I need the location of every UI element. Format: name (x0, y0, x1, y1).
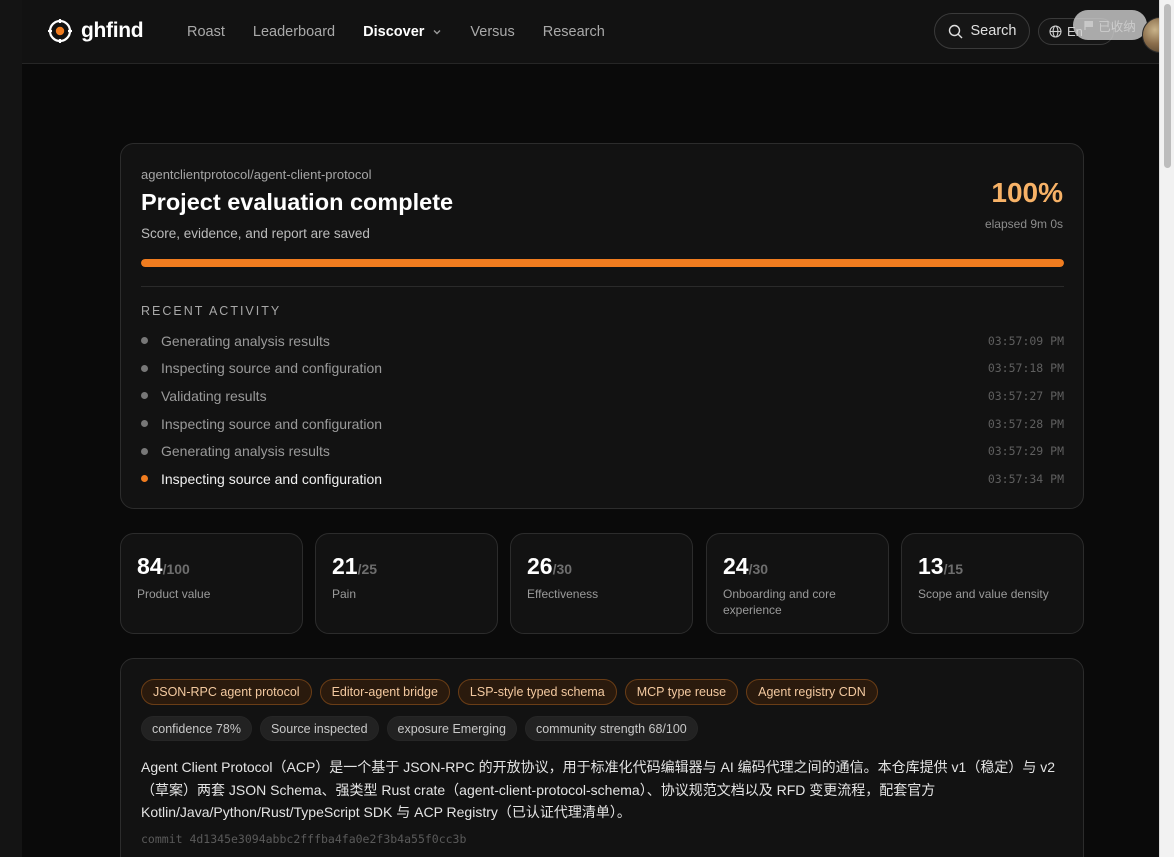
status-dot-icon (141, 364, 148, 372)
topic-tag[interactable]: JSON-RPC agent protocol (141, 679, 312, 705)
score-value: 84 (137, 553, 163, 579)
status-dot-icon (141, 420, 148, 428)
nav-link-versus[interactable]: Versus (470, 24, 514, 40)
globe-icon (1049, 25, 1062, 38)
score-max: /30 (748, 561, 769, 577)
nav-link-discover[interactable]: Discover (363, 24, 442, 40)
score-label: Pain (332, 587, 357, 601)
evaluation-progress-card: agentclientprotocol/agent-client-protoco… (120, 143, 1084, 509)
chevron-down-icon (433, 30, 441, 35)
brand-name: ghfind (81, 19, 144, 42)
evaluation-title: Project evaluation complete (141, 189, 454, 215)
activity-text: Generating analysis results (161, 443, 330, 460)
score-max: /15 (943, 561, 964, 577)
score-line: 26/30 (527, 553, 572, 580)
summary-card: JSON-RPC agent protocol Editor-agent bri… (120, 658, 1084, 857)
activity-time: 03:57:28 PM (987, 416, 1064, 431)
recent-activity-heading: RECENT ACTIVITY (141, 304, 282, 318)
progress-percent: 100% (991, 177, 1063, 208)
activity-time: 03:57:18 PM (987, 361, 1064, 376)
score-line: 21/25 (332, 553, 377, 580)
activity-row: Inspecting source and configuration 03:5… (141, 410, 1064, 438)
topic-tag[interactable]: Editor-agent bridge (319, 679, 450, 705)
activity-text: Inspecting source and configuration (161, 470, 383, 487)
ghfind-logo-icon (48, 19, 72, 43)
search-button[interactable]: Search (934, 13, 1030, 49)
progress-bar (141, 259, 1064, 267)
topic-tag[interactable]: LSP-style typed schema (457, 679, 617, 705)
score-line: 24/30 (723, 553, 768, 580)
topic-tag[interactable]: MCP type reuse (624, 679, 739, 705)
activity-time: 03:57:34 PM (987, 471, 1064, 486)
score-label: Scope and value density (918, 587, 1049, 601)
meta-tag-source: Source inspected (259, 716, 379, 741)
nav-link-discover-label: Discover (363, 24, 425, 40)
status-dot-icon (141, 447, 148, 455)
score-max: /30 (552, 561, 573, 577)
activity-list: Generating analysis results 03:57:09 PM … (141, 327, 1064, 493)
activity-time: 03:57:27 PM (987, 388, 1064, 403)
score-card-pain: 21/25 Pain (315, 533, 498, 634)
repo-name[interactable]: agentclientprotocol/agent-client-protoco… (141, 167, 372, 182)
flag-icon (1084, 21, 1094, 30)
nav-link-research[interactable]: Research (543, 24, 605, 40)
score-value: 26 (527, 553, 553, 579)
meta-tag-community: community strength 68/100 (524, 716, 698, 741)
score-value: 24 (723, 553, 749, 579)
scrollbar[interactable] (1159, 0, 1174, 857)
activity-time: 03:57:09 PM (987, 333, 1064, 348)
scrollbar-thumb[interactable] (1164, 4, 1171, 168)
score-max: /100 (162, 561, 190, 577)
progress-bar-fill (141, 259, 1064, 267)
activity-text: Validating results (161, 387, 267, 404)
score-value: 13 (918, 553, 944, 579)
topic-tags: JSON-RPC agent protocol Editor-agent bri… (141, 679, 878, 705)
brand[interactable]: ghfind (47, 18, 144, 44)
search-icon (948, 24, 963, 38)
search-label: Search (970, 23, 1017, 39)
score-line: 84/100 (137, 553, 190, 580)
left-gutter (0, 0, 22, 857)
activity-row: Validating results 03:57:27 PM (141, 382, 1064, 410)
activity-time: 03:57:29 PM (987, 444, 1064, 459)
evaluation-subtitle: Score, evidence, and report are saved (141, 226, 370, 241)
score-card-product-value: 84/100 Product value (120, 533, 303, 634)
score-card-effectiveness: 26/30 Effectiveness (510, 533, 693, 634)
score-line: 13/15 (918, 553, 963, 580)
score-card-scope: 13/15 Scope and value density (901, 533, 1084, 634)
activity-row: Generating analysis results 03:57:29 PM (141, 437, 1064, 465)
navbar: ghfind Roast Leaderboard Discover Versus… (22, 0, 1174, 64)
topic-tag[interactable]: Agent registry CDN (746, 679, 878, 705)
activity-text: Inspecting source and configuration (161, 415, 383, 432)
nav-links: Roast Leaderboard Discover Versus Resear… (187, 0, 605, 64)
meta-tag-exposure: exposure Emerging (386, 716, 517, 741)
commit-hash: commit 4d1345e3094abbc2fffba4fa0e2f3b4a5… (141, 832, 467, 846)
score-card-onboarding: 24/30 Onboarding and core experience (706, 533, 889, 634)
divider (141, 286, 1064, 287)
meta-tag-confidence: confidence 78% (141, 716, 252, 741)
elapsed-time: elapsed 9m 0s (984, 217, 1063, 231)
status-dot-icon (141, 392, 148, 400)
status-dot-icon (141, 337, 148, 345)
score-label: Product value (137, 587, 211, 601)
score-value: 21 (332, 553, 358, 579)
status-dot-icon (141, 475, 148, 483)
activity-row: Inspecting source and configuration 03:5… (141, 355, 1064, 383)
page: ghfind Roast Leaderboard Discover Versus… (0, 0, 1174, 857)
score-label: Effectiveness (527, 587, 599, 601)
score-label: Onboarding and core experience (723, 587, 836, 617)
activity-row-current: Inspecting source and configuration 03:5… (141, 465, 1064, 493)
nav-link-leaderboard[interactable]: Leaderboard (253, 24, 335, 40)
activity-row: Generating analysis results 03:57:09 PM (141, 327, 1064, 355)
nav-link-roast[interactable]: Roast (187, 24, 225, 40)
meta-tags: confidence 78% Source inspected exposure… (141, 716, 698, 741)
project-summary: Agent Client Protocol（ACP）是一个基于 JSON-RPC… (141, 759, 1055, 820)
collapsed-pill[interactable]: 已收纳 (1073, 10, 1147, 40)
collapsed-label: 已收纳 (1098, 19, 1136, 34)
activity-text: Inspecting source and configuration (161, 360, 383, 377)
score-max: /25 (357, 561, 378, 577)
activity-text: Generating analysis results (161, 332, 330, 349)
